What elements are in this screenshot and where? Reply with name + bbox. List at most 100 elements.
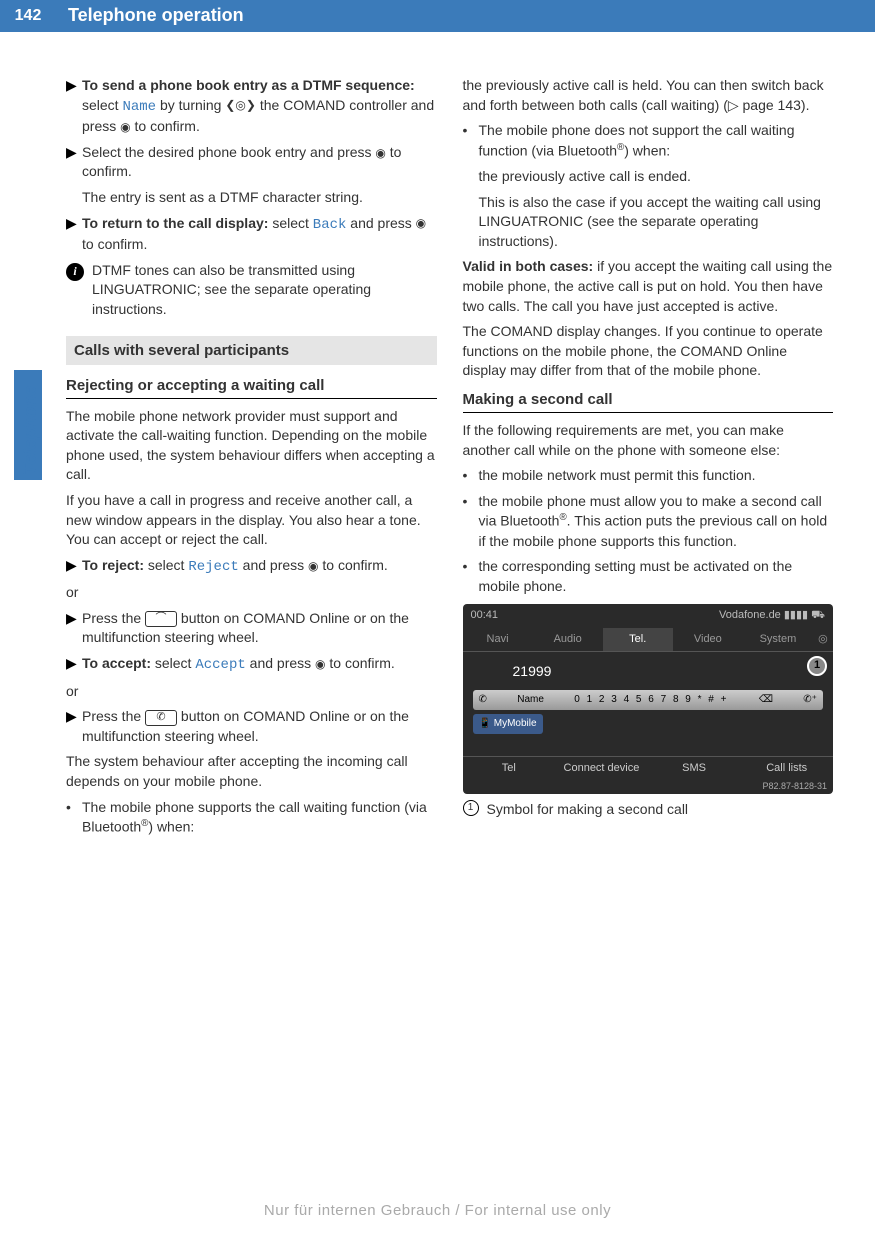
ss-main: 1 21999 ✆ Name 0 1 2 3 4 5 6 7 8 9 * # +… <box>463 652 834 744</box>
list-item: The mobile phone does not support the ca… <box>463 121 834 161</box>
triangle-bullet-icon: ▶ <box>66 76 76 137</box>
ss-carrier: Vodafone.de <box>719 609 781 621</box>
step-reject-alt: ▶ Press the ⌒ button on COMAND Online or… <box>66 609 437 648</box>
cmd-accept: Accept <box>195 657 245 673</box>
text: to confirm. <box>131 118 200 134</box>
signal-icon: ▮▮▮▮ <box>784 609 808 621</box>
ss-tab-system[interactable]: System <box>743 628 813 651</box>
phone-icon: ✆ <box>479 693 487 707</box>
text: The mobile phone supports the call waiti… <box>82 798 437 838</box>
paragraph: This is also the case if you accept the … <box>479 193 834 252</box>
text: select <box>144 557 188 573</box>
text: Press the <box>82 610 145 626</box>
step-dtmf-send: ▶ To send a phone book entry as a DTMF s… <box>66 76 437 137</box>
text: to confirm. <box>82 236 147 252</box>
controller-press-icon: ◉ <box>308 558 318 575</box>
paragraph: the previously active call is held. You … <box>463 76 834 115</box>
ss-image-code: P82.87-8128-31 <box>762 780 827 793</box>
text: select <box>82 97 122 113</box>
ss-menu-connect[interactable]: Connect device <box>555 757 648 780</box>
footer-watermark: Nur für internen Gebrauch / For internal… <box>0 1200 875 1221</box>
info-icon: i <box>66 263 84 281</box>
text: the corresponding setting must be activa… <box>479 557 834 596</box>
ss-menu-tel[interactable]: Tel <box>463 757 556 780</box>
subsection-heading: Making a second call <box>463 389 834 413</box>
controller-press-icon: ◉ <box>416 215 426 232</box>
comand-screenshot: 00:41 Vodafone.de ▮▮▮▮ ⛟ Navi Audio Tel.… <box>463 604 834 794</box>
ss-tab-audio[interactable]: Audio <box>533 628 603 651</box>
step-label: To return to the call display: <box>82 215 268 231</box>
ss-tab-menu-icon[interactable]: ◎ <box>813 628 833 651</box>
subsection-heading: Rejecting or accepting a waiting call <box>66 375 437 399</box>
info-text: DTMF tones can also be transmitted using… <box>92 261 437 320</box>
step-reject: ▶ To reject: select Reject and press ◉ t… <box>66 556 437 578</box>
ss-tab-tel[interactable]: Tel. <box>603 628 673 651</box>
left-column: ▶ To send a phone book entry as a DTMF s… <box>66 76 437 843</box>
ss-callout-marker: 1 <box>807 656 827 676</box>
ss-menu-call-lists[interactable]: Call lists <box>740 757 833 780</box>
text: by turning <box>156 97 225 113</box>
text: and press <box>246 655 315 671</box>
list-item: the mobile phone must allow you to make … <box>463 492 834 551</box>
step-result: The entry is sent as a DTMF character st… <box>82 188 437 208</box>
cmd-back: Back <box>313 217 347 233</box>
figure-caption: 1 Symbol for making a second call <box>463 800 834 820</box>
side-tab-label: Telephone <box>18 386 43 475</box>
cmd-name: Name <box>122 99 156 115</box>
page-title: Telephone operation <box>56 0 875 32</box>
text: The mobile phone does not support the ca… <box>479 121 834 161</box>
section-heading: Calls with several participants <box>66 336 437 365</box>
controller-press-icon: ◉ <box>315 656 325 673</box>
info-note: i DTMF tones can also be transmitted usi… <box>66 261 437 320</box>
ss-tabs: Navi Audio Tel. Video System ◎ <box>463 628 834 652</box>
ss-menu-sms[interactable]: SMS <box>648 757 741 780</box>
right-column: the previously active call is held. You … <box>463 76 834 843</box>
content-columns: ▶ To send a phone book entry as a DTMF s… <box>0 32 875 843</box>
ss-tab-navi[interactable]: Navi <box>463 628 533 651</box>
text: and press <box>346 215 415 231</box>
ss-device-name[interactable]: 📱 MyMobile <box>473 714 543 734</box>
caption-number: 1 <box>463 800 479 816</box>
controller-press-icon: ◉ <box>375 145 385 162</box>
text: to confirm. <box>326 655 395 671</box>
triangle-bullet-icon: ▶ <box>66 214 76 255</box>
list-item: the mobile network must permit this func… <box>463 466 834 486</box>
text: to confirm. <box>319 557 388 573</box>
list-item: the corresponding setting must be activa… <box>463 557 834 596</box>
step-select-entry: ▶ Select the desired phone book entry an… <box>66 143 437 182</box>
page-number: 142 <box>0 0 56 32</box>
step-accept: ▶ To accept: select Accept and press ◉ t… <box>66 654 437 676</box>
clear-icon[interactable]: ⌫ <box>759 693 773 707</box>
page-header: 142 Telephone operation <box>0 0 875 32</box>
text: Press the <box>82 708 145 724</box>
ss-dial-row[interactable]: ✆ Name 0 1 2 3 4 5 6 7 8 9 * # + ⌫ ✆⁺ <box>473 690 824 710</box>
step-label: To accept: <box>82 655 151 671</box>
caption-text: Symbol for making a second call <box>487 800 689 820</box>
ss-name-label[interactable]: Name <box>517 693 544 707</box>
ss-tab-video[interactable]: Video <box>673 628 743 651</box>
ss-time: 00:41 <box>471 608 499 623</box>
triangle-bullet-icon: ▶ <box>66 556 76 578</box>
text: the mobile network must permit this func… <box>479 466 756 486</box>
paragraph: The mobile phone network provider must s… <box>66 407 437 485</box>
second-call-icon[interactable]: ✆⁺ <box>803 693 817 707</box>
triangle-bullet-icon: ▶ <box>66 654 76 676</box>
or-separator: or <box>66 583 437 603</box>
paragraph: the previously active call is ended. <box>479 167 834 187</box>
step-label: To send a phone book entry as a DTMF seq… <box>82 77 415 93</box>
triangle-bullet-icon: ▶ <box>66 609 76 648</box>
pickup-button-icon: ✆ <box>145 710 177 726</box>
text: select <box>268 215 312 231</box>
ss-keypad-digits[interactable]: 0 1 2 3 4 5 6 7 8 9 * # + <box>574 693 728 707</box>
step-label: To reject: <box>82 557 144 573</box>
hangup-button-icon: ⌒ <box>145 611 177 627</box>
ss-phone-number: 21999 <box>513 662 824 682</box>
ss-bottom-menu: Tel Connect device SMS Call lists <box>463 756 834 780</box>
text: the mobile phone must allow you to make … <box>479 492 834 551</box>
ss-status-bar: 00:41 Vodafone.de ▮▮▮▮ ⛟ <box>463 604 834 627</box>
cmd-reject: Reject <box>188 559 238 575</box>
bold-label: Valid in both cases: <box>463 258 594 274</box>
list-item: The mobile phone supports the call waiti… <box>66 798 437 838</box>
text: and press <box>239 557 308 573</box>
text: Select the desired phone book entry and … <box>82 144 375 160</box>
